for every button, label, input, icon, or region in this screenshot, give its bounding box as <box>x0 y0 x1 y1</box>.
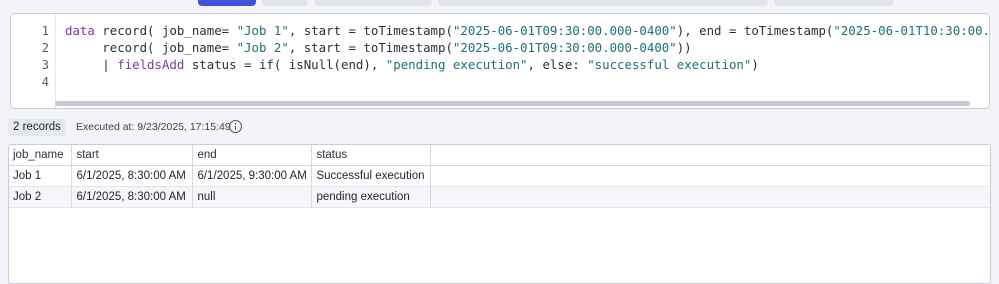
code-token: , start = toTimestamp( <box>288 23 453 38</box>
info-icon[interactable] <box>229 120 242 133</box>
code-token: "Job 2" <box>236 40 289 55</box>
code-token: ), end = toTimestamp( <box>676 23 834 38</box>
code-token: "Job 1" <box>236 23 289 38</box>
tab[interactable] <box>438 0 768 6</box>
code-token: , start = toTimestamp( <box>288 40 453 55</box>
code-token: | <box>65 57 118 72</box>
top-tab-strip <box>0 0 999 8</box>
code-token: )) <box>676 40 692 55</box>
code-token: record( job_name= <box>94 23 237 38</box>
cell-start: 6/1/2025, 8:30:00 AM <box>71 186 194 208</box>
cell-start: 6/1/2025, 8:30:00 AM <box>71 165 194 187</box>
column-header-start[interactable]: start <box>71 145 194 166</box>
column-header-filler <box>430 145 990 166</box>
line-number-gutter: 1 2 3 4 <box>11 14 55 108</box>
column-header-job-name[interactable]: job_name <box>9 145 73 166</box>
code-token: "2025-06-01T09:30:00.000-0400" <box>452 40 677 55</box>
cell-filler <box>430 186 990 208</box>
cell-job-name: Job 2 <box>9 186 73 208</box>
executed-at-label: Executed at: 9/23/2025, 17:15:49 <box>76 121 231 133</box>
cell-end: null <box>192 186 313 208</box>
code-token: fieldsAdd <box>117 57 185 72</box>
code-token: "2025-06-01T09:30:00.000-0400" <box>452 23 677 38</box>
line-number: 1 <box>41 24 49 38</box>
code-token: record( job_name= <box>65 40 237 55</box>
active-tab[interactable] <box>198 0 256 6</box>
table-header-row: job_name start end status <box>9 145 990 166</box>
query-editor[interactable]: 1 2 3 4 data record( job_name= "Job 1", … <box>10 13 990 109</box>
tab[interactable] <box>314 0 432 6</box>
table-row[interactable]: Job 2 6/1/2025, 8:30:00 AM null pending … <box>9 186 990 208</box>
code-token: data <box>65 23 95 38</box>
code-line[interactable]: | fieldsAdd status = if( isNull(end), "p… <box>65 56 759 73</box>
code-token: "pending execution" <box>385 57 528 72</box>
column-header-end[interactable]: end <box>192 145 313 166</box>
column-header-status[interactable]: status <box>311 145 432 166</box>
horizontal-scrollbar[interactable] <box>55 101 970 106</box>
code-token: status = if( isNull(end), <box>184 57 386 72</box>
cell-job-name: Job 1 <box>9 165 73 187</box>
cell-status: pending execution <box>311 186 432 208</box>
results-status-bar: 2 records Executed at: 9/23/2025, 17:15:… <box>0 118 999 138</box>
code-token: "2025-06-01T10:30:00.000-0400" <box>833 23 990 38</box>
tab[interactable] <box>262 0 308 6</box>
record-count-badge: 2 records <box>8 119 66 136</box>
gutter-divider <box>55 14 56 108</box>
code-line[interactable]: record( job_name= "Job 2", start = toTim… <box>65 39 692 56</box>
table-row[interactable]: Job 1 6/1/2025, 8:30:00 AM 6/1/2025, 9:3… <box>9 165 990 187</box>
line-number: 4 <box>41 75 49 89</box>
cell-status: Successful execution <box>311 165 432 187</box>
code-token: ) <box>751 57 759 72</box>
results-table: job_name start end status Job 1 6/1/2025… <box>8 144 991 284</box>
tab[interactable] <box>774 0 894 6</box>
code-token: , else: <box>527 57 588 72</box>
code-line[interactable]: data record( job_name= "Job 1", start = … <box>65 22 990 39</box>
code-token: "successful execution" <box>587 57 752 72</box>
cell-end: 6/1/2025, 9:30:00 AM <box>192 165 313 187</box>
line-number: 2 <box>41 41 49 55</box>
cell-filler <box>430 165 990 187</box>
line-number: 3 <box>41 58 49 72</box>
